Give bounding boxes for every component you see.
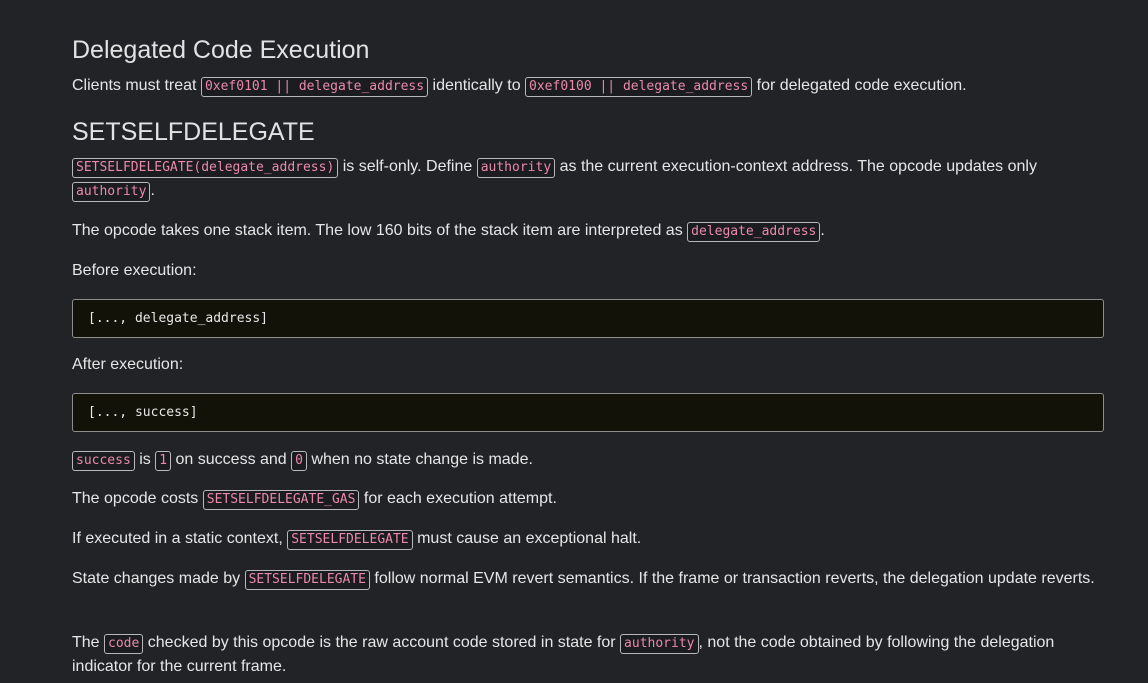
inline-code: authority: [620, 634, 699, 654]
inline-code: authority: [476, 158, 556, 178]
after-execution-label: After execution:: [72, 356, 184, 373]
inline-code: SETSELFDELEGATE: [244, 570, 370, 590]
inline-code: success: [72, 451, 135, 471]
paragraph-revert-semantics: State changes made by SETSELFDELEGATE fo…: [72, 567, 1104, 591]
paragraph-self-only-definition: SETSELFDELEGATE(delegate_address) is sel…: [72, 155, 1104, 203]
paragraph-gas-cost: The opcode costs SETSELFDELEGATE_GAS for…: [72, 487, 1104, 511]
text: Clients must treat: [72, 77, 201, 94]
before-execution-label: Before execution:: [72, 262, 197, 279]
inline-code: 0: [291, 451, 307, 471]
inline-code: SETSELFDELEGATE_GAS: [202, 490, 360, 510]
paragraph-static-context: If executed in a static context, SETSELF…: [72, 527, 1104, 551]
text: must cause an exceptional halt.: [412, 530, 642, 547]
text: State changes made by: [72, 570, 245, 587]
section-heading-setselfdelegate: SETSELFDELEGATE: [72, 118, 315, 146]
text: on success and: [171, 451, 292, 468]
text: is: [134, 451, 156, 468]
text: when no state change is made.: [306, 451, 533, 468]
paragraph-delegated-code-execution: Clients must treat 0xef0101 || delegate_…: [72, 74, 1104, 98]
code-block-after-execution: [..., success]: [72, 393, 1104, 432]
section-heading-delegated-code-execution: Delegated Code Execution: [72, 36, 370, 64]
inline-code: delegate_address: [687, 222, 821, 242]
text: identically to: [428, 77, 526, 94]
text: .: [820, 222, 825, 239]
text: .: [150, 182, 155, 199]
code-block-before-execution: [..., delegate_address]: [72, 299, 1104, 338]
paragraph-success-value: success is 1 on success and 0 when no st…: [72, 448, 1104, 472]
text: The opcode takes one stack item. The low…: [72, 222, 688, 239]
inline-code: 0xef0100 || delegate_address: [525, 77, 753, 97]
text: as the current execution-context address…: [555, 158, 1037, 175]
inline-code: 1: [155, 451, 172, 471]
inline-code: authority: [72, 182, 151, 202]
inline-code: SETSELFDELEGATE: [287, 530, 413, 550]
paragraph-raw-account-code: The code checked by this opcode is the r…: [72, 631, 1104, 679]
text: The: [72, 634, 105, 651]
text: for delegated code execution.: [752, 77, 967, 94]
text: follow normal EVM revert semantics. If t…: [369, 570, 1095, 587]
text: for each execution attempt.: [359, 490, 557, 507]
paragraph-stack-item: The opcode takes one stack item. The low…: [72, 219, 1104, 243]
inline-code: 0xef0101 || delegate_address: [200, 77, 429, 97]
text: If executed in a static context,: [72, 530, 288, 547]
text: checked by this opcode is the raw accoun…: [143, 634, 621, 651]
text: The opcode costs: [72, 490, 203, 507]
inline-code: SETSELFDELEGATE(delegate_address): [72, 158, 339, 178]
inline-code: code: [104, 634, 144, 654]
text: is self-only. Define: [338, 158, 477, 175]
